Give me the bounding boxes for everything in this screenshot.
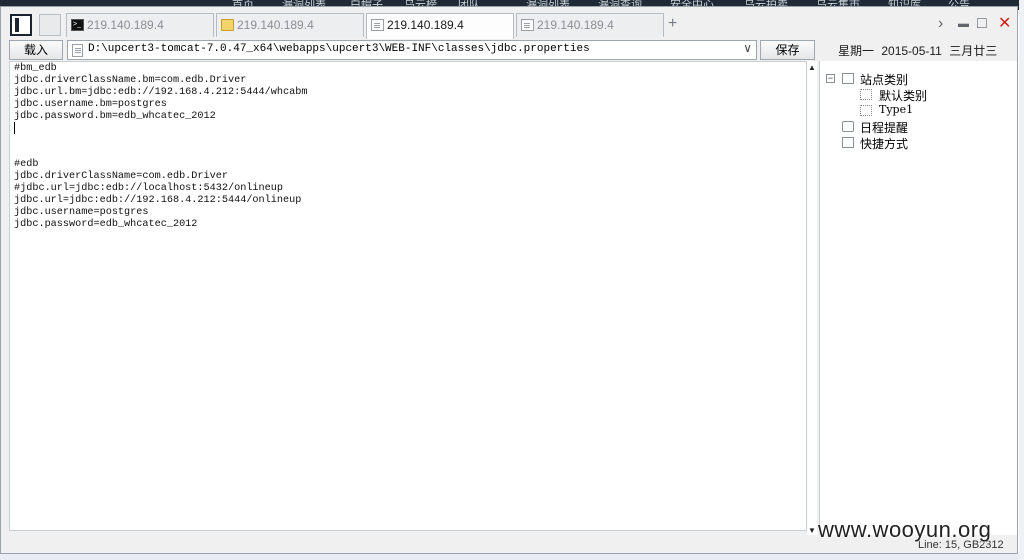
tree-label: 快捷方式 [860, 137, 909, 151]
tab-terminal[interactable]: 219.140.189.4 [66, 13, 214, 37]
site-tree-panel: − 站点类别 默认类别 Type1 日程提醒 快捷方式 [819, 61, 1017, 553]
date-display: 星期一 2015-05-11 三月廿三 [838, 42, 997, 59]
tree-label: 默认类别 [879, 89, 928, 103]
category-icon [860, 105, 872, 116]
file-manager-window: 219.140.189.4 219.140.189.4 219.140.189.… [0, 6, 1018, 554]
tree-node-schedule[interactable]: 日程提醒 [842, 119, 1002, 135]
file-icon [371, 19, 384, 31]
code-line: jdbc.url.bm=jdbc:edb://192.168.4.212:544… [14, 87, 308, 98]
code-line: jdbc.username=postgres [14, 207, 149, 218]
toggle-panel-button[interactable] [10, 14, 32, 36]
shortcut-icon [842, 137, 854, 148]
folder-icon [221, 19, 234, 31]
blank-tab-button[interactable] [39, 14, 61, 36]
tree-node-default-category[interactable]: 默认类别 [860, 87, 1000, 103]
next-arrow-icon[interactable]: › [938, 15, 943, 33]
schedule-icon [842, 121, 854, 132]
code-line: jdbc.driverClassName=com.edb.Driver [14, 171, 228, 182]
collapse-icon[interactable]: − [826, 74, 835, 83]
background-page-edge [1019, 0, 1024, 560]
code-line: #edb [14, 159, 39, 170]
close-icon[interactable]: ✕ [998, 15, 1011, 33]
background-page-edge [0, 554, 1024, 560]
code-line: jdbc.username.bm=postgres [14, 99, 167, 110]
code-line: jdbc.driverClassName.bm=com.edb.Driver [14, 75, 247, 86]
text-editor[interactable]: #bm_edb jdbc.driverClassName.bm=com.edb.D… [9, 61, 807, 531]
code-line: jdbc.password.bm=edb_whcatec_2012 [14, 111, 216, 122]
minimize-icon[interactable]: ▬ [958, 15, 969, 33]
new-tab-button[interactable]: + [668, 15, 677, 33]
tab-label: 219.140.189.4 [387, 18, 464, 32]
category-icon [860, 89, 872, 100]
scroll-down-icon[interactable]: ▼ [808, 526, 816, 535]
maximize-icon[interactable]: □ [977, 15, 987, 33]
tab-file[interactable]: 219.140.189.4 [516, 13, 664, 37]
lunar-date: 三月廿三 [949, 44, 998, 58]
tree-label: 站点类别 [860, 73, 909, 87]
watermark: www.wooyun.org [818, 517, 992, 542]
code-line: #jdbc.url=jdbc:edb://localhost:5432/onli… [14, 183, 283, 194]
tab-file-active[interactable]: 219.140.189.4 [366, 13, 514, 39]
code-line: jdbc.url=jdbc:edb://192.168.4.212:5444/o… [14, 195, 302, 206]
code-lines: #bm_edb jdbc.driverClassName.bm=com.edb.D… [14, 63, 307, 231]
terminal-icon [71, 14, 84, 36]
tab-label: 219.140.189.4 [87, 18, 164, 32]
weekday: 星期一 [838, 44, 875, 58]
load-button[interactable]: 载入 [9, 40, 63, 60]
tab-label: 219.140.189.4 [237, 18, 314, 32]
tab-folder[interactable]: 219.140.189.4 [216, 13, 364, 37]
tree-node-site-category[interactable]: − 站点类别 [826, 71, 1006, 87]
tree-label: 日程提醒 [860, 121, 909, 135]
editor-scrollbar[interactable]: ▲ ▼ [807, 61, 817, 535]
save-button[interactable]: 保存 [760, 40, 815, 60]
scroll-up-icon[interactable]: ▲ [808, 63, 816, 72]
path-value: D:\upcert3-tomcat-7.0.47_x64\webapps\upc… [88, 43, 590, 55]
tab-label: 219.140.189.4 [537, 18, 614, 32]
code-line: #bm_edb [14, 63, 57, 74]
text-caret [14, 122, 15, 134]
file-icon [72, 44, 83, 57]
chevron-down-icon[interactable]: ∨ [743, 41, 752, 55]
tab-bar: 219.140.189.4 219.140.189.4 219.140.189.… [1, 11, 1017, 39]
code-line: jdbc.password=edb_whcatec_2012 [14, 219, 198, 230]
tree-label: Type1 [879, 103, 914, 116]
toolbar: 载入 D:\upcert3-tomcat-7.0.47_x64\webapps\… [1, 39, 1017, 61]
date: 2015-05-11 [881, 44, 942, 58]
tree-node-type1[interactable]: Type1 [860, 103, 1000, 119]
category-icon [842, 73, 854, 84]
file-icon [521, 19, 534, 31]
path-input[interactable]: D:\upcert3-tomcat-7.0.47_x64\webapps\upc… [67, 40, 757, 60]
tree-node-shortcuts[interactable]: 快捷方式 [842, 135, 1002, 151]
